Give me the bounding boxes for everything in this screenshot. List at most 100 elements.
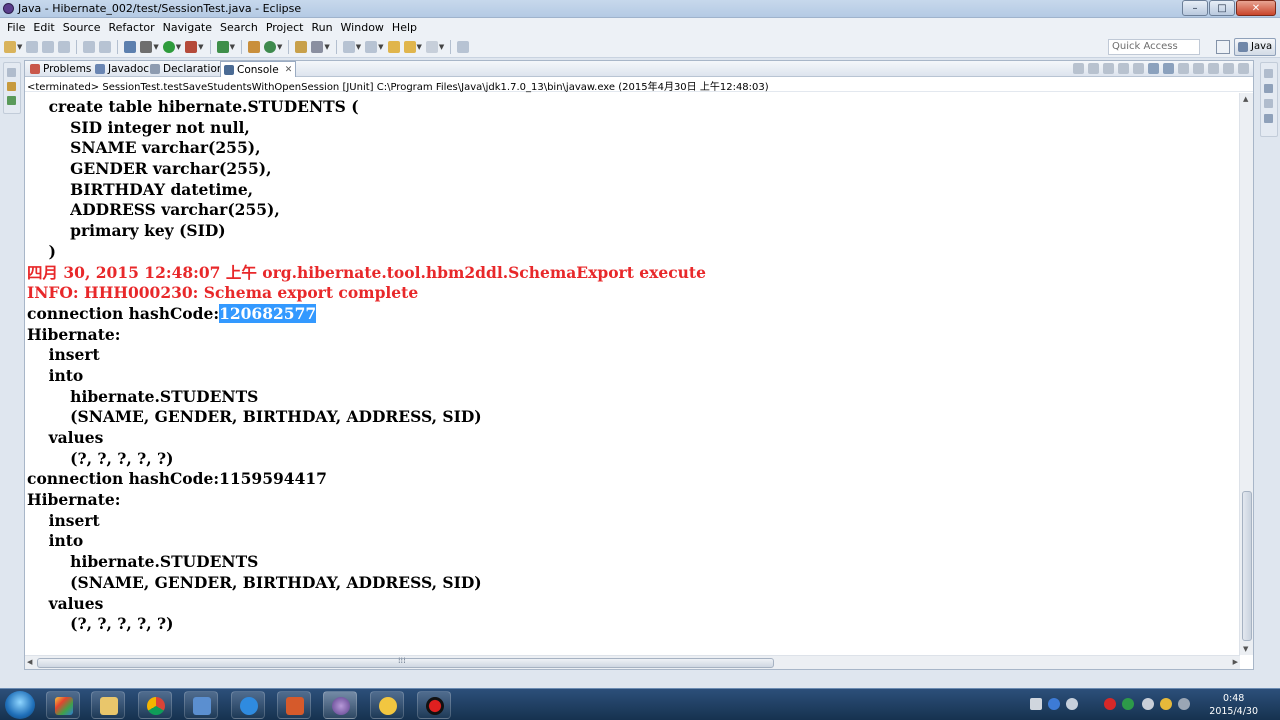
record-status-icon[interactable] [1104,698,1116,710]
maximize-view-icon[interactable] [1238,63,1249,74]
menu-file[interactable]: File [3,21,29,34]
taskbar-app-eclipse[interactable] [323,691,357,719]
menu-source[interactable]: Source [59,21,105,34]
new-package-icon[interactable] [247,40,260,53]
outline-icon[interactable] [1264,84,1273,93]
forward-icon[interactable] [425,40,438,53]
tab-declaration[interactable]: Declaration [147,61,227,77]
show-on-stderr-icon[interactable] [1163,63,1174,74]
maximize-button[interactable]: □ [1209,0,1235,16]
console-output[interactable]: create table hibernate.STUDENTS ( SID in… [27,97,1239,655]
taskbar-app-task-manager[interactable] [184,691,218,719]
search-dropdown-icon[interactable]: ▼ [324,43,329,51]
next-annotation-icon[interactable] [342,40,355,53]
menu-window[interactable]: Window [337,21,388,34]
selected-text[interactable]: 120682577 [219,303,317,323]
menu-run[interactable]: Run [307,21,336,34]
minimize-button[interactable]: – [1182,0,1208,16]
taskbar-app-powerpoint[interactable] [277,691,311,719]
java-perspective-button[interactable]: Java [1234,38,1276,56]
taskbar-app-recorder[interactable] [417,691,451,719]
new-java-project-icon[interactable] [216,40,229,53]
debug-icon[interactable] [140,40,153,53]
taskbar-app-chrome[interactable] [138,691,172,719]
previous-annotation-dropdown-icon[interactable]: ▼ [378,43,383,51]
tab-console[interactable]: Console ✕ [220,61,297,77]
clear-console-icon[interactable] [1118,63,1129,74]
scroll-left-icon[interactable]: ◀ [27,658,32,666]
language-icon[interactable] [1066,698,1078,710]
scroll-lock-icon[interactable] [1133,63,1144,74]
run-icon[interactable] [162,40,175,53]
volume-icon[interactable] [1142,698,1154,710]
taskbar-app-ie[interactable] [231,691,265,719]
close-button[interactable]: ✕ [1236,0,1276,16]
menu-edit[interactable]: Edit [29,21,58,34]
next-annotation-dropdown-icon[interactable]: ▼ [356,43,361,51]
back-dropdown-icon[interactable]: ▼ [417,43,422,51]
taskbar-app-qq[interactable] [370,691,404,719]
menu-help[interactable]: Help [388,21,421,34]
vertical-scroll-thumb[interactable] [1242,491,1252,641]
last-edit-icon[interactable] [387,40,400,53]
task-list-icon[interactable] [1264,114,1273,123]
scroll-right-icon[interactable]: ▶ [1233,658,1238,666]
menu-project[interactable]: Project [262,21,308,34]
hierarchy-icon[interactable] [7,96,16,105]
terminate-icon[interactable] [1073,63,1084,74]
new-dropdown-icon[interactable]: ▼ [17,43,22,51]
display-console-icon[interactable] [1193,63,1204,74]
show-on-stdout-icon[interactable] [1148,63,1159,74]
keyboard-icon[interactable] [1030,698,1042,710]
remove-all-terminated-icon[interactable] [1103,63,1114,74]
search-icon[interactable] [311,40,324,53]
external-tools-dropdown-icon[interactable]: ▼ [198,43,203,51]
print-icon[interactable] [58,40,71,53]
pin-console-icon[interactable] [1178,63,1189,74]
restore-icon[interactable] [7,68,16,77]
open-type-icon[interactable] [295,40,308,53]
tab-javadoc[interactable]: Javadoc [92,61,152,77]
minimize-view-icon[interactable] [1223,63,1234,74]
menu-search[interactable]: Search [216,21,262,34]
new-icon[interactable] [4,40,16,53]
flag-icon[interactable] [1178,698,1190,710]
back-icon[interactable] [403,40,416,53]
external-tools-icon[interactable] [185,40,198,53]
start-button[interactable] [5,691,35,719]
package-explorer-icon[interactable] [7,82,16,91]
forward-dropdown-icon[interactable]: ▼ [439,43,444,51]
scroll-down-icon[interactable]: ▼ [1243,645,1248,653]
previous-annotation-icon[interactable] [365,40,378,53]
pin-editor-icon[interactable] [457,40,470,53]
close-tab-icon[interactable]: ✕ [285,65,293,75]
taskbar-app-explorer[interactable] [91,691,125,719]
open-perspective-icon[interactable] [1216,40,1230,54]
new-class-dropdown-icon[interactable]: ▼ [277,43,282,51]
horizontal-scroll-thumb[interactable] [37,656,774,668]
skip-breakpoints-icon[interactable] [99,40,112,53]
menu-navigate[interactable]: Navigate [159,21,216,34]
new-java-dropdown-icon[interactable]: ▼ [230,43,235,51]
taskbar-app-360[interactable] [46,691,80,719]
run-dropdown-icon[interactable]: ▼ [176,43,181,51]
network-icon[interactable] [1122,698,1134,710]
security-icon[interactable] [1160,698,1172,710]
restore-icon[interactable] [1264,69,1273,78]
menu-refactor[interactable]: Refactor [105,21,159,34]
clock[interactable]: 0:48 2015/4/30 [1209,692,1258,718]
save-icon[interactable] [26,40,39,53]
restore-icon[interactable] [1264,99,1273,108]
toggle-breadcrumb-icon[interactable] [124,40,137,53]
vertical-scrollbar[interactable]: ▲ ▼ [1239,93,1253,655]
remove-launch-icon[interactable] [1088,63,1099,74]
help-icon[interactable] [1048,698,1060,710]
scroll-up-icon[interactable]: ▲ [1243,95,1248,103]
new-class-icon[interactable] [263,40,276,53]
toggle-markers-icon[interactable] [83,40,96,53]
tab-problems[interactable]: Problems [27,61,94,77]
horizontal-scrollbar[interactable]: ◀ ▶ [25,655,1240,669]
open-console-icon[interactable] [1208,63,1219,74]
debug-dropdown-icon[interactable]: ▼ [153,43,158,51]
quick-access-input[interactable]: Quick Access [1108,39,1200,55]
